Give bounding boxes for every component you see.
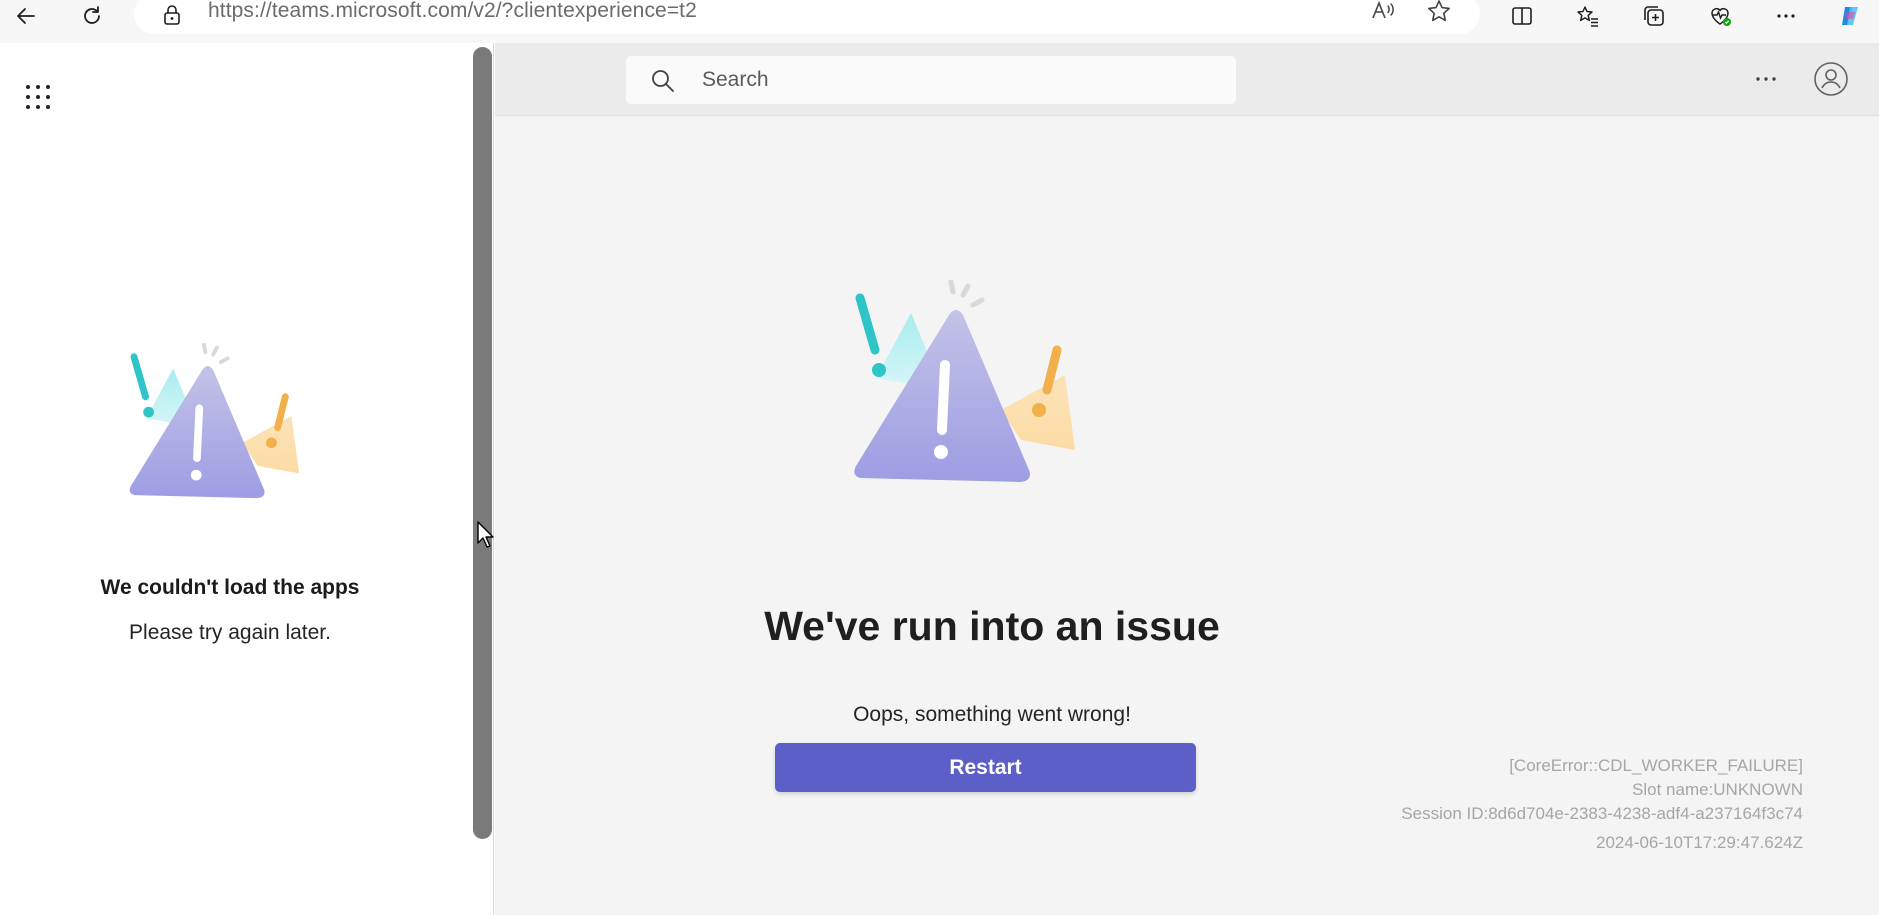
restart-button[interactable]: Restart [775, 743, 1196, 792]
search-icon [652, 70, 674, 92]
apps-error-subtitle: Please try again later. [129, 621, 331, 644]
error-timestamp: 2024-06-10T17:29:47.624Z [1596, 833, 1803, 852]
favorite-star-icon[interactable] [1422, 0, 1456, 26]
mouse-cursor-icon [477, 521, 494, 548]
session-id: Session ID:8d6d704e-2383-4238-adf4-a2371… [1401, 804, 1803, 823]
error-code: [CoreError::CDL_WORKER_FAILURE] [1509, 756, 1803, 775]
app-launcher-icon[interactable] [22, 81, 54, 113]
more-options-icon[interactable] [1750, 63, 1782, 95]
diagnostic-info: [CoreError::CDL_WORKER_FAILURE] Slot nam… [1401, 754, 1803, 855]
error-message: Oops, something went wrong! [853, 703, 1131, 726]
favorites-icon[interactable] [1568, 0, 1608, 32]
search-box[interactable]: Search [626, 56, 1236, 104]
profile-avatar-icon[interactable] [1813, 61, 1849, 97]
slot-name: Slot name:UNKNOWN [1632, 780, 1803, 799]
more-icon[interactable] [1766, 0, 1806, 32]
browser-essentials-icon[interactable] [1700, 0, 1740, 32]
url-text: https://teams.microsoft.com/v2/?clientex… [208, 0, 697, 22]
split-screen-icon[interactable] [1502, 0, 1542, 32]
apps-panel: We couldn't load the apps Please try aga… [0, 43, 494, 915]
read-aloud-icon[interactable] [1366, 0, 1400, 26]
warning-illustration-icon [854, 280, 1075, 482]
app-header: Search [495, 43, 1879, 116]
main-content: Search We've run into an issue Oops, som… [495, 43, 1879, 915]
search-input[interactable]: Search [702, 68, 769, 92]
lock-icon[interactable] [162, 4, 182, 26]
back-arrow-icon[interactable] [6, 0, 46, 32]
address-bar[interactable]: https://teams.microsoft.com/v2/?clientex… [134, 0, 1480, 34]
refresh-icon[interactable] [72, 0, 112, 32]
browser-toolbar: https://teams.microsoft.com/v2/?clientex… [0, 0, 1879, 43]
scrollbar-thumb[interactable] [473, 47, 492, 839]
collections-icon[interactable] [1634, 0, 1674, 32]
apps-error-title: We couldn't load the apps [100, 576, 360, 599]
error-title: We've run into an issue [764, 603, 1220, 649]
copilot-icon[interactable] [1830, 0, 1870, 32]
warning-illustration-icon [129, 343, 300, 499]
